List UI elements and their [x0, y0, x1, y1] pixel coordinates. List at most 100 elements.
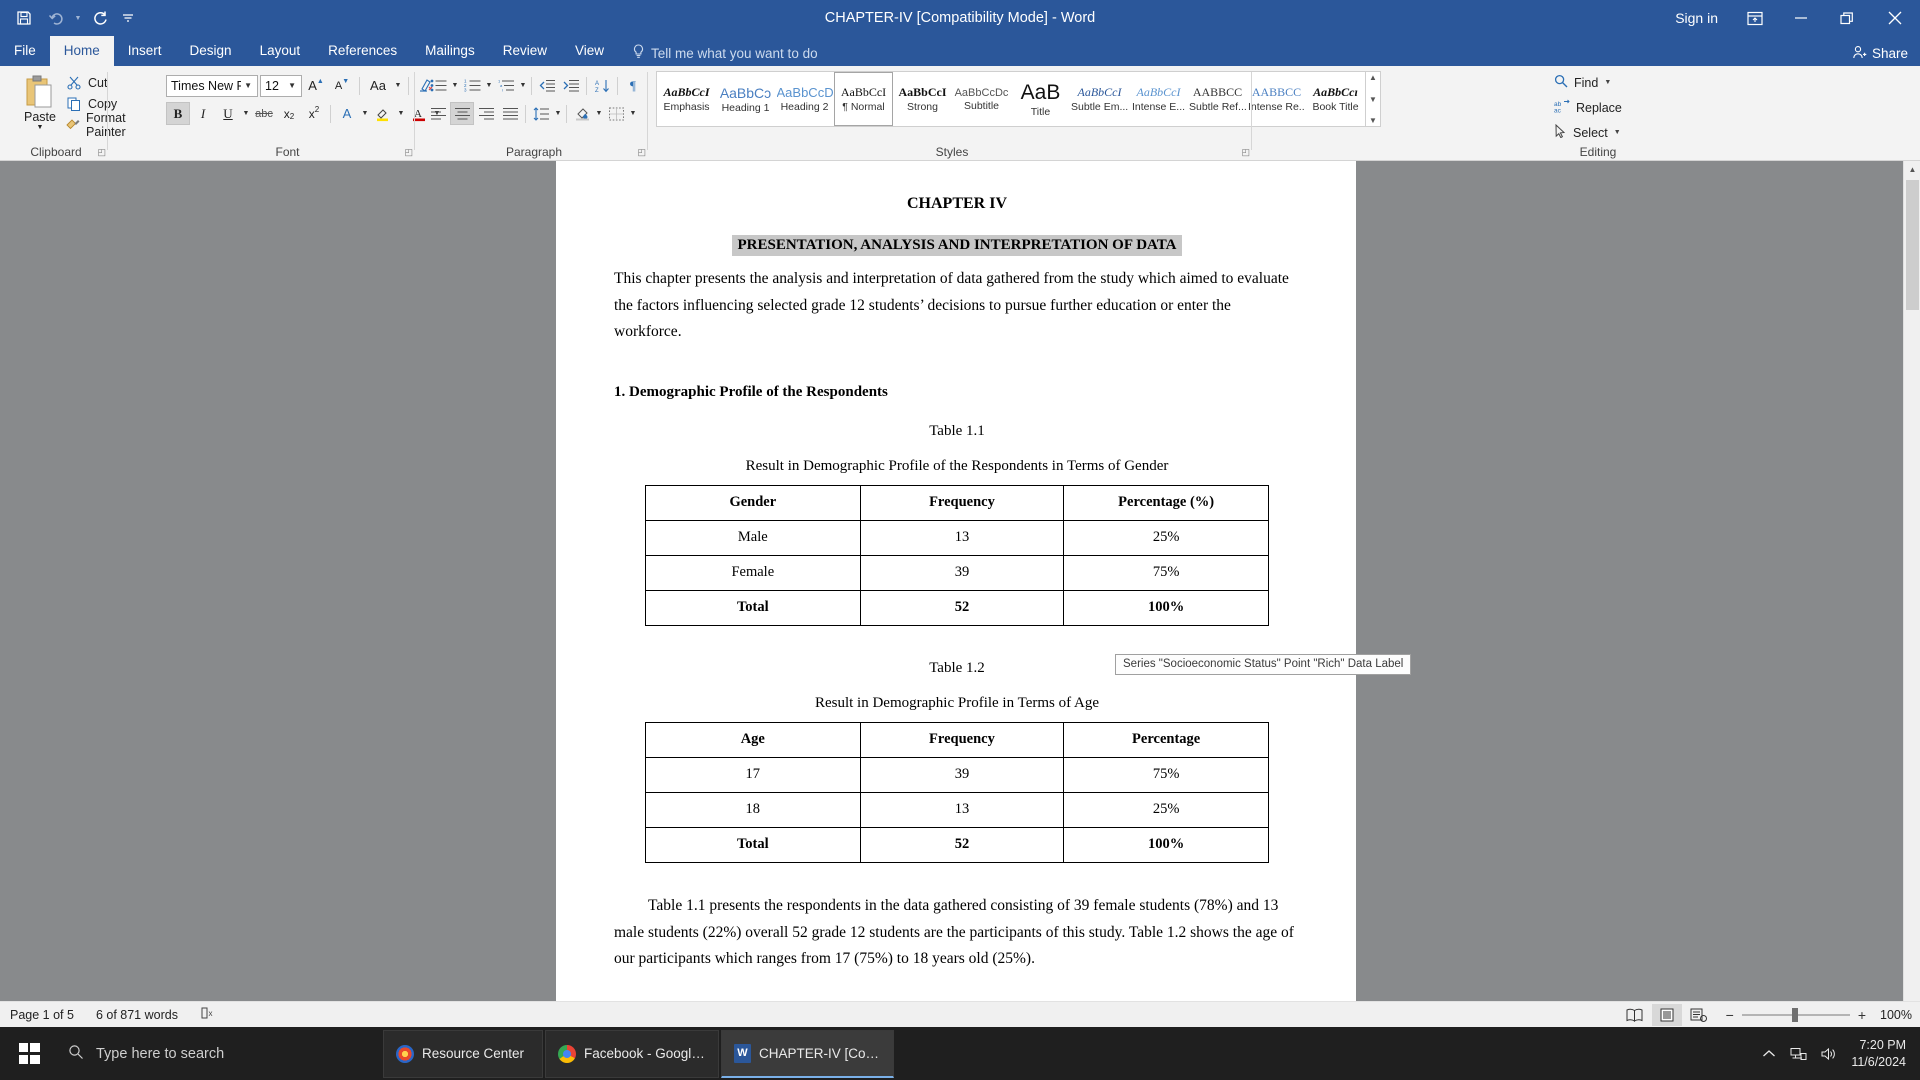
tab-review[interactable]: Review — [489, 36, 561, 66]
tab-home[interactable]: Home — [49, 36, 114, 66]
borders-icon[interactable] — [604, 102, 628, 125]
undo-dropdown-icon[interactable]: ▼ — [72, 3, 84, 33]
decrease-indent-icon[interactable] — [535, 74, 559, 97]
print-layout-icon[interactable] — [1651, 1003, 1682, 1026]
style-item-emphasis[interactable]: AaBbCcI Emphasis — [657, 72, 716, 126]
styles-scroll-up-icon[interactable]: ▲ — [1369, 73, 1377, 82]
restore-icon[interactable] — [1824, 0, 1870, 36]
sort-icon[interactable]: AZ — [590, 74, 614, 97]
chevron-down-icon[interactable]: ▼ — [553, 110, 563, 117]
superscript-icon[interactable]: x2 — [302, 102, 326, 125]
chevron-down-icon[interactable]: ▼ — [241, 81, 255, 90]
chevron-down-icon[interactable]: ▼ — [285, 81, 299, 90]
tab-view[interactable]: View — [561, 36, 618, 66]
grow-font-icon[interactable]: A ▲ — [304, 74, 328, 97]
share-button[interactable]: Share — [1852, 45, 1908, 62]
styles-gallery[interactable]: AaBbCcI Emphasis AaBbCɔ Heading 1 AaBbCcD Hea… — [656, 71, 1366, 127]
zoom-control[interactable]: − + 100% — [1726, 1007, 1912, 1023]
styles-more-icon[interactable]: ▼ — [1369, 116, 1377, 125]
undo-icon[interactable] — [40, 3, 72, 33]
save-icon[interactable] — [8, 3, 40, 33]
table-age[interactable]: Age Frequency Percentage 17 39 75% 18 13 25% Tota… — [645, 721, 1269, 863]
font-name-combobox[interactable]: Times New Ro ▼ — [166, 74, 258, 97]
read-mode-icon[interactable] — [1620, 1004, 1650, 1026]
scrollbar-thumb[interactable] — [1906, 180, 1919, 310]
replace-button[interactable]: ab ac Replace — [1554, 99, 1622, 116]
taskbar-search[interactable]: Type here to search — [58, 1027, 383, 1080]
style-item-book-title[interactable]: AaBbCcı Book Title — [1306, 72, 1365, 126]
chevron-down-icon[interactable]: ▼ — [1604, 79, 1611, 86]
style-item-normal[interactable]: AaBbCcI ¶ Normal — [834, 72, 893, 126]
minimize-icon[interactable] — [1778, 0, 1824, 36]
tab-file[interactable]: File — [0, 36, 50, 66]
style-item-subtitle[interactable]: AaBbCcDc Subtitle — [952, 72, 1011, 126]
sign-in-button[interactable]: Sign in — [1661, 10, 1732, 26]
style-item-title[interactable]: AaB Title — [1011, 72, 1070, 126]
chevron-down-icon[interactable]: ▼ — [450, 82, 460, 89]
web-layout-icon[interactable] — [1684, 1004, 1714, 1026]
volume-icon[interactable] — [1821, 1047, 1837, 1061]
align-right-icon[interactable] — [474, 102, 498, 125]
taskbar-item-word-document[interactable]: W CHAPTER-IV [Com... — [721, 1029, 894, 1078]
zoom-out-button[interactable]: − — [1726, 1007, 1734, 1023]
align-center-icon[interactable] — [450, 102, 474, 125]
underline-icon[interactable]: U — [216, 102, 240, 125]
proofing-errors-icon[interactable]: x — [200, 1006, 216, 1023]
paste-dropdown-icon[interactable]: ▼ — [37, 124, 44, 131]
tab-layout[interactable]: Layout — [246, 36, 315, 66]
font-size-combobox[interactable]: 12 ▼ — [260, 74, 302, 97]
cut-button[interactable]: Cut — [66, 72, 128, 93]
tab-mailings[interactable]: Mailings — [411, 36, 489, 66]
clipboard-dialog-launcher-icon[interactable]: ◰ — [97, 147, 106, 158]
document-canvas[interactable]: CHAPTER IV PRESENTATION, ANALYSIS AND IN… — [0, 161, 1920, 1027]
tab-design[interactable]: Design — [176, 36, 246, 66]
zoom-in-button[interactable]: + — [1858, 1007, 1866, 1023]
styles-scroll-down-icon[interactable]: ▼ — [1369, 95, 1377, 104]
style-item-heading-1[interactable]: AaBbCɔ Heading 1 — [716, 72, 775, 126]
font-dialog-launcher-icon[interactable]: ◰ — [404, 147, 413, 158]
multilevel-list-icon[interactable]: 1ai — [494, 74, 518, 97]
chevron-down-icon[interactable]: ▼ — [628, 110, 638, 117]
shrink-font-icon[interactable]: A ▼ — [330, 74, 354, 97]
show-formatting-marks-icon[interactable]: ¶ — [621, 74, 645, 97]
word-count[interactable]: 6 of 871 words — [96, 1008, 178, 1022]
styles-dialog-launcher-icon[interactable]: ◰ — [1241, 147, 1250, 158]
taskbar-item-resource-center[interactable]: Resource Center — [383, 1029, 543, 1078]
network-icon[interactable] — [1790, 1047, 1807, 1061]
increase-indent-icon[interactable] — [559, 74, 583, 97]
chevron-down-icon[interactable]: ▼ — [396, 110, 406, 117]
chevron-down-icon[interactable]: ▼ — [518, 82, 528, 89]
justify-icon[interactable] — [498, 102, 522, 125]
format-painter-button[interactable]: Format Painter — [66, 111, 128, 139]
change-case-icon[interactable]: Aa — [365, 74, 391, 97]
align-left-icon[interactable] — [426, 102, 450, 125]
zoom-slider[interactable] — [1741, 1007, 1850, 1022]
taskbar-clock[interactable]: 7:20 PM 11/6/2024 — [1851, 1037, 1906, 1071]
chevron-down-icon[interactable]: ▼ — [360, 110, 370, 117]
vertical-scrollbar[interactable]: ▲ ▼ — [1903, 161, 1920, 1027]
numbering-icon[interactable]: 123 — [460, 74, 484, 97]
tab-insert[interactable]: Insert — [114, 36, 176, 66]
style-item-subtle-ref[interactable]: AABBCC Subtle Ref... — [1188, 72, 1247, 126]
redo-icon[interactable] — [84, 3, 116, 33]
shading-icon[interactable] — [570, 102, 594, 125]
ribbon-display-options-icon[interactable] — [1732, 0, 1778, 36]
style-item-intense-re[interactable]: AABBCC Intense Re... — [1247, 72, 1306, 126]
chevron-down-icon[interactable]: ▼ — [484, 82, 494, 89]
select-button[interactable]: Select ▼ — [1554, 123, 1621, 141]
scroll-up-icon[interactable]: ▲ — [1904, 161, 1920, 178]
customize-quick-access-toolbar-icon[interactable] — [116, 3, 140, 33]
chevron-down-icon[interactable]: ▼ — [1614, 129, 1621, 136]
document-page[interactable]: CHAPTER IV PRESENTATION, ANALYSIS AND IN… — [556, 161, 1356, 1027]
page-indicator[interactable]: Page 1 of 5 — [10, 1008, 74, 1022]
chevron-down-icon[interactable]: ▼ — [393, 82, 403, 89]
styles-scroll-buttons[interactable]: ▲ ▼ ▼ — [1366, 71, 1381, 127]
chevron-down-icon[interactable]: ▼ — [241, 110, 251, 117]
zoom-slider-thumb[interactable] — [1791, 1007, 1798, 1022]
style-item-intense-e[interactable]: AaBbCcI Intense E... — [1129, 72, 1188, 126]
table-gender[interactable]: Gender Frequency Percentage (%) Male 13 25% Fe… — [645, 484, 1269, 626]
chevron-down-icon[interactable]: ▼ — [594, 110, 604, 117]
taskbar-item-facebook-chrome[interactable]: Facebook - Google ... — [545, 1029, 719, 1078]
subscript-icon[interactable]: x2 — [277, 102, 301, 125]
text-effects-icon[interactable]: A — [335, 102, 359, 125]
